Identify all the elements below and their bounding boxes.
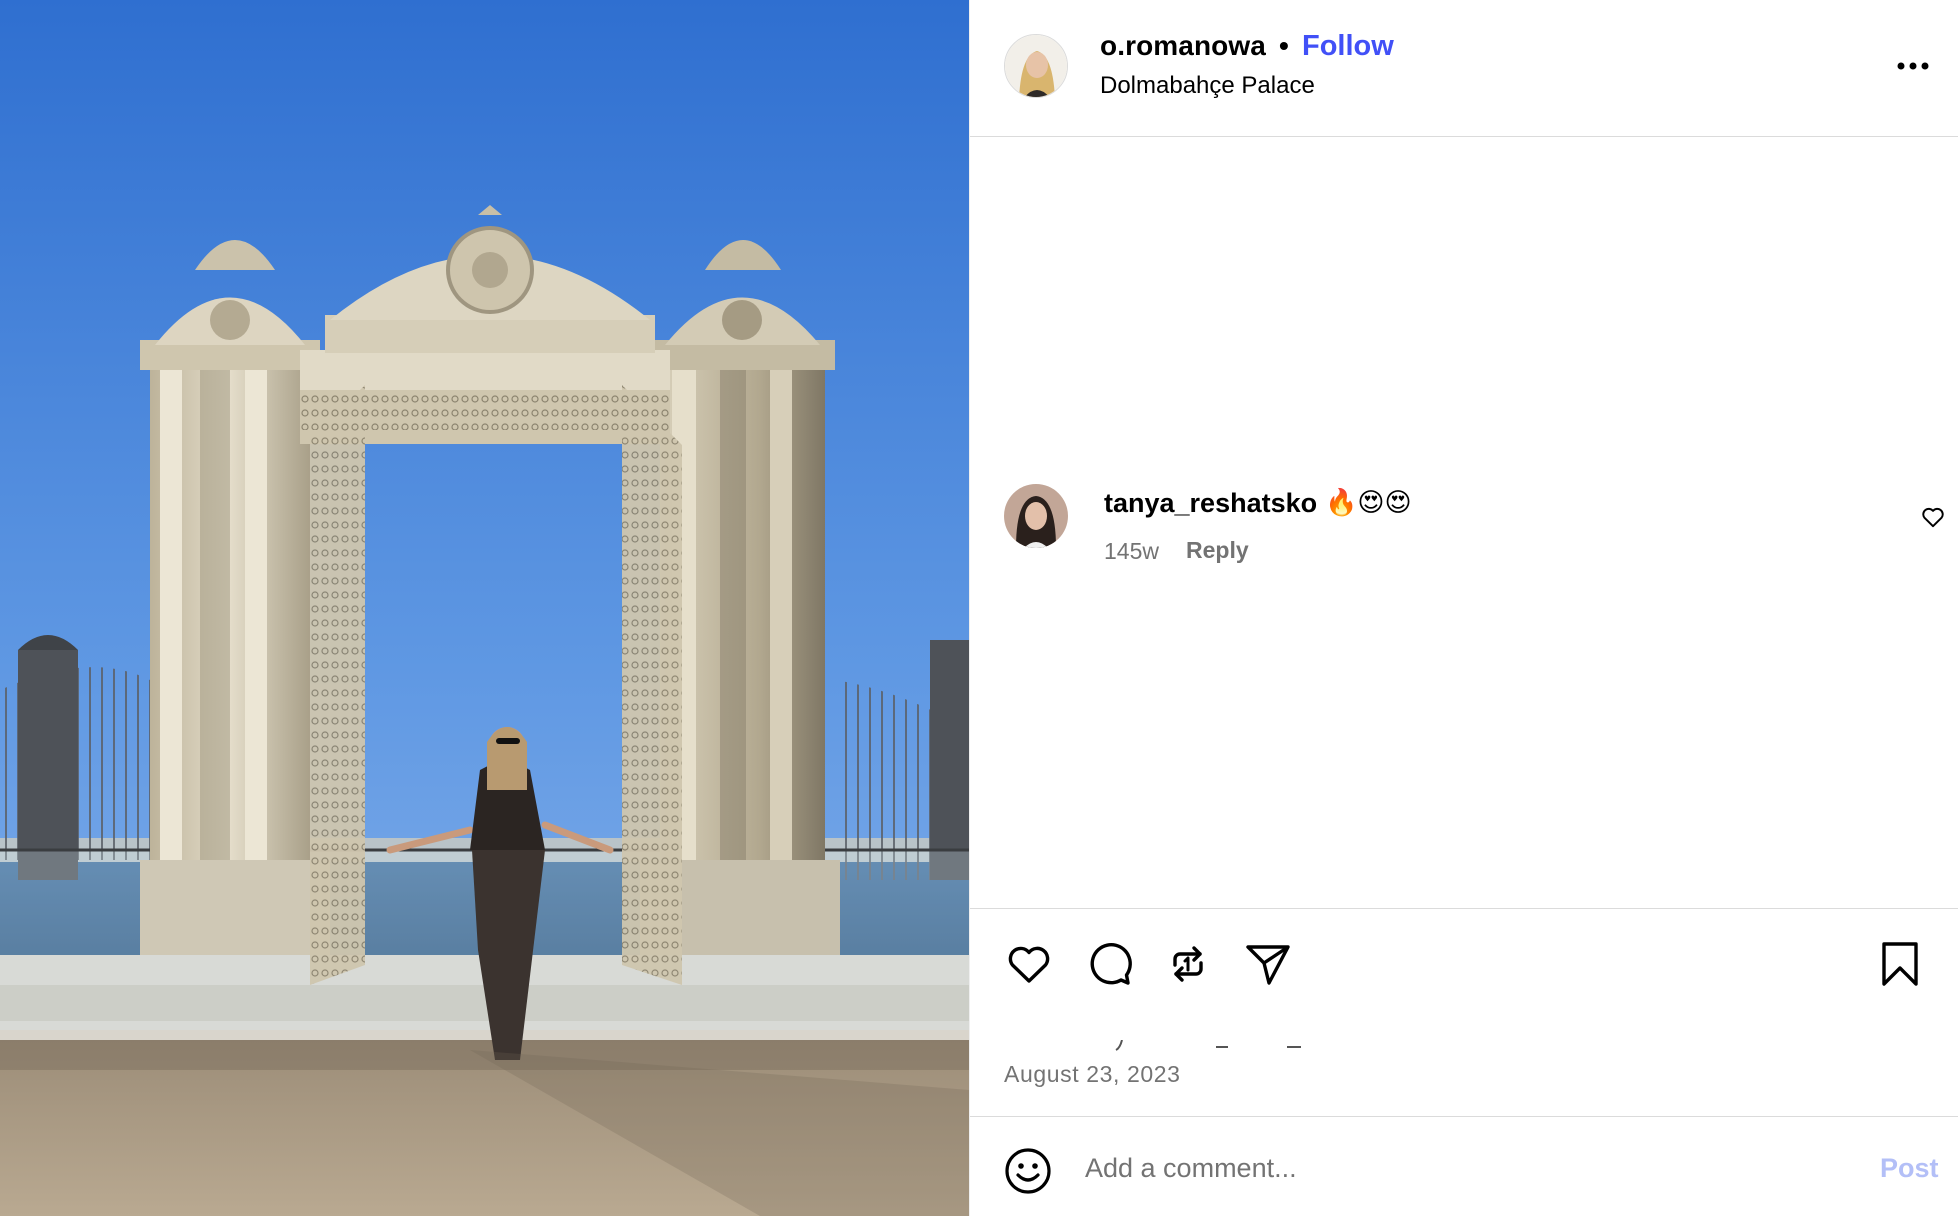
emoji-smiley-icon[interactable]	[1004, 1147, 1052, 1195]
author-username[interactable]: o.romanowa	[1100, 30, 1266, 62]
post-date[interactable]: August 23, 2023	[1004, 1061, 1181, 1088]
author-avatar[interactable]	[1004, 34, 1068, 98]
bookmark-icon	[1882, 942, 1918, 986]
comment-button[interactable]	[1084, 939, 1134, 989]
comment-bubble-icon	[1090, 943, 1132, 985]
paper-plane-icon	[1246, 945, 1290, 985]
comment-username[interactable]: tanya_reshatsko	[1104, 488, 1317, 519]
comment-reply-button[interactable]: Reply	[1186, 537, 1249, 564]
comment-text: 🔥😍😍	[1325, 487, 1412, 517]
follow-button[interactable]: Follow	[1302, 30, 1394, 63]
more-horizontal-icon[interactable]	[1893, 52, 1933, 80]
post-view: o.romanowa • Follow Dolmabahçe Palace ta…	[0, 0, 1958, 1216]
save-button[interactable]	[1875, 939, 1925, 989]
header-separator: •	[1279, 30, 1289, 61]
palace-gate-photo	[0, 0, 969, 1216]
post-location[interactable]: Dolmabahçe Palace	[1100, 72, 1315, 100]
repost-button[interactable]	[1163, 939, 1213, 989]
comment-item: tanya_reshatsko 🔥😍😍 145w Reply	[970, 480, 1958, 580]
post-actions-bar: August 23, 2023	[970, 908, 1958, 1118]
repost-icon	[1173, 946, 1203, 982]
heart-icon	[1008, 946, 1050, 983]
comment-composer: Post	[970, 1116, 1958, 1216]
post-header: o.romanowa • Follow Dolmabahçe Palace	[970, 0, 1958, 137]
post-comment-button[interactable]: Post	[1880, 1153, 1939, 1184]
comment-input[interactable]	[1085, 1143, 1805, 1193]
comment-heart-icon[interactable]	[1920, 504, 1946, 530]
post-side-panel: o.romanowa • Follow Dolmabahçe Palace ta…	[969, 0, 1958, 1216]
likes-text-cropped	[1004, 1039, 1304, 1051]
like-button[interactable]	[1004, 939, 1054, 989]
comment-timestamp[interactable]: 145w	[1104, 538, 1159, 565]
commenter-avatar[interactable]	[1004, 484, 1068, 548]
share-button[interactable]	[1243, 939, 1293, 989]
post-photo[interactable]	[0, 0, 969, 1216]
